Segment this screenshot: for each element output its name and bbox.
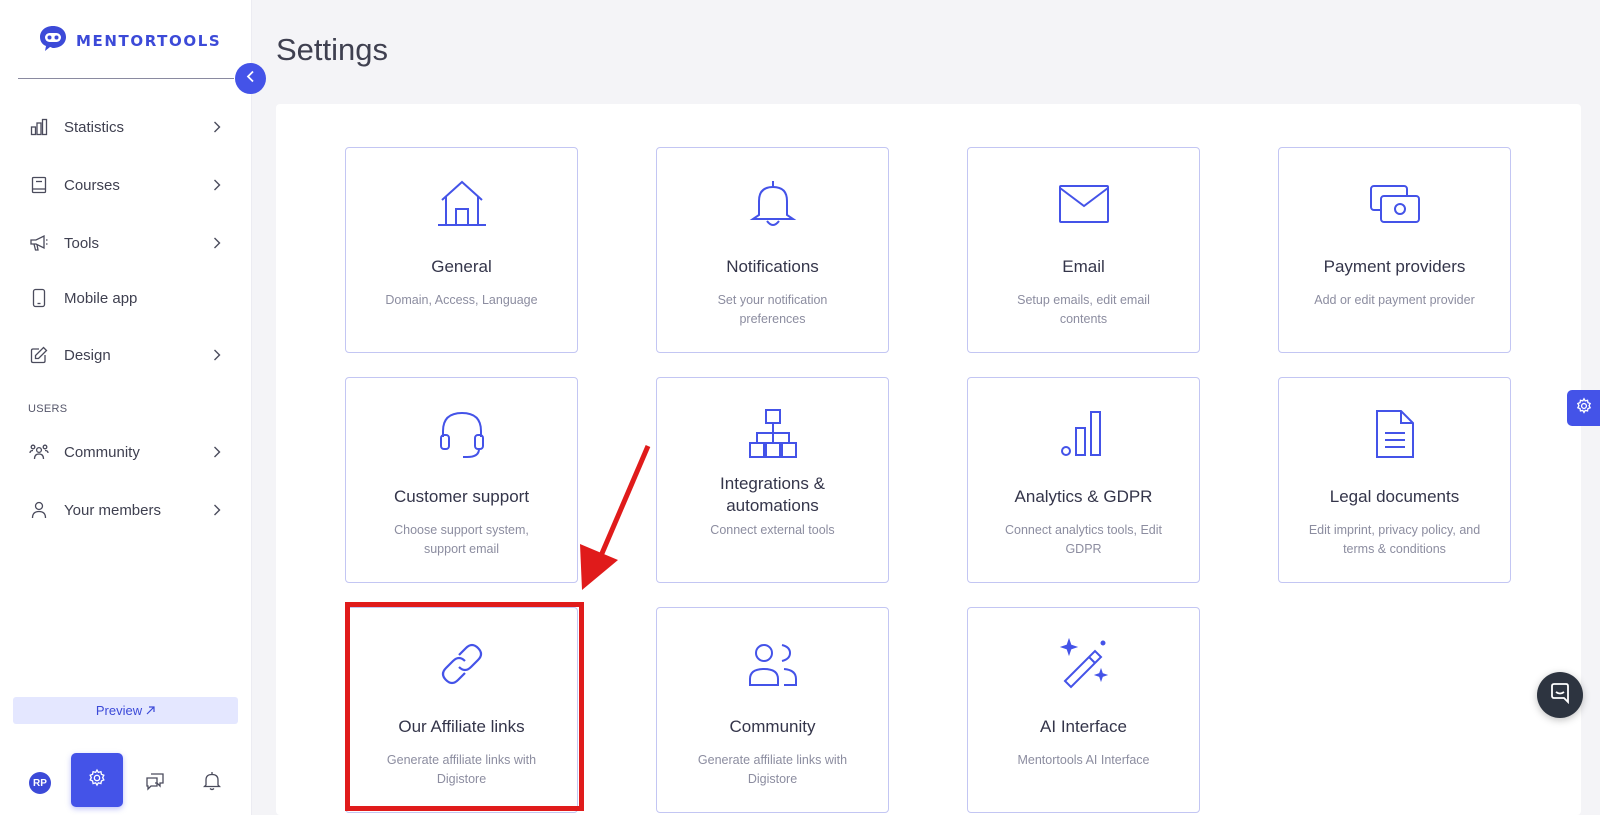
card-description: Generate affiliate links with Digistore xyxy=(697,753,848,786)
people-icon xyxy=(28,441,50,463)
robot-logo-icon xyxy=(38,24,68,57)
link-icon xyxy=(434,636,490,692)
notifications-button[interactable] xyxy=(198,769,226,797)
phone-icon xyxy=(28,287,50,309)
home-icon xyxy=(434,176,490,232)
collapse-sidebar-button[interactable] xyxy=(235,63,266,94)
sidebar-item-label: Your members xyxy=(64,501,161,519)
card-title: Community xyxy=(729,717,816,736)
bell-icon xyxy=(745,176,801,232)
sidebar: MENTORTOOLS Statistics Courses Tools Mob… xyxy=(0,0,252,815)
settings-panel: General Domain, Access, Language Notific… xyxy=(276,104,1581,815)
settings-card-ai-interface[interactable]: AI Interface Mentortools AI Interface xyxy=(967,607,1200,813)
book-icon xyxy=(28,174,50,196)
people-icon xyxy=(745,636,801,692)
sidebar-item-community[interactable]: Community xyxy=(28,438,224,466)
megaphone-icon xyxy=(28,232,50,254)
chevron-right-icon xyxy=(210,503,224,517)
brand-logo[interactable]: MENTORTOOLS xyxy=(38,24,221,57)
page-title: Settings xyxy=(276,32,389,67)
chat-icon xyxy=(1549,682,1571,709)
card-title: Email xyxy=(1062,257,1105,276)
sidebar-item-label: Design xyxy=(64,346,111,364)
card-description: Mentortools AI Interface xyxy=(1017,753,1150,767)
preview-button[interactable]: Preview xyxy=(13,697,238,724)
headset-icon xyxy=(434,406,490,462)
chevron-left-icon xyxy=(246,70,255,88)
divider xyxy=(18,78,234,79)
settings-card-general[interactable]: General Domain, Access, Language xyxy=(345,147,578,353)
analytics-icon xyxy=(1056,406,1112,462)
sidebar-item-label: Courses xyxy=(64,176,120,194)
card-title: AI Interface xyxy=(1040,717,1127,736)
bar-chart-icon xyxy=(28,116,50,138)
settings-card-payment-providers[interactable]: Payment providers Add or edit payment pr… xyxy=(1278,147,1511,353)
user-icon xyxy=(28,499,50,521)
card-description: Generate affiliate links with Digistore xyxy=(386,753,537,786)
chevron-right-icon xyxy=(210,445,224,459)
sidebar-item-mobile-app[interactable]: Mobile app xyxy=(28,284,224,312)
chevron-right-icon xyxy=(210,236,224,250)
card-title: General xyxy=(431,257,492,276)
card-description: Add or edit payment provider xyxy=(1314,293,1475,307)
floating-settings-button[interactable] xyxy=(1567,390,1600,426)
sidebar-bottom-bar: RP xyxy=(0,752,252,808)
sidebar-item-courses[interactable]: Courses xyxy=(28,171,224,199)
pencil-icon xyxy=(28,344,50,366)
preview-label: Preview xyxy=(95,703,143,718)
chevron-right-icon xyxy=(210,348,224,362)
card-title: Customer support xyxy=(393,487,530,506)
settings-card-community[interactable]: Community Generate affiliate links with … xyxy=(656,607,889,813)
card-description: Edit imprint, privacy policy, and terms … xyxy=(1308,523,1481,556)
messages-button[interactable] xyxy=(141,769,169,797)
settings-card-affiliate-links[interactable]: Our Affiliate links Generate affiliate l… xyxy=(345,607,578,813)
sidebar-item-your-members[interactable]: Your members xyxy=(28,496,224,524)
gear-icon xyxy=(1575,397,1593,420)
support-chat-button[interactable] xyxy=(1537,672,1583,718)
card-description: Set your notification preferences xyxy=(717,293,828,326)
settings-card-customer-support[interactable]: Customer support Choose support system, … xyxy=(345,377,578,583)
envelope-icon xyxy=(1056,176,1112,232)
section-label-users: USERS xyxy=(28,403,68,415)
sidebar-item-tools[interactable]: Tools xyxy=(28,229,224,257)
card-title: Analytics & GDPR xyxy=(1014,487,1153,506)
external-link-icon xyxy=(146,703,155,718)
sidebar-item-label: Tools xyxy=(64,234,100,252)
card-description: Choose support system, support email xyxy=(394,523,529,556)
settings-card-notifications[interactable]: Notifications Set your notification pref… xyxy=(656,147,889,353)
sidebar-item-label: Statistics xyxy=(64,118,125,136)
card-title: Payment providers xyxy=(1323,257,1466,276)
magic-wand-icon xyxy=(1056,636,1112,692)
avatar[interactable]: RP xyxy=(29,772,51,794)
card-title: Integrations & automations xyxy=(720,474,825,515)
sidebar-item-label: Community xyxy=(64,443,140,461)
card-description: Connect analytics tools, Edit GDPR xyxy=(1004,523,1163,556)
settings-card-legal-documents[interactable]: Legal documents Edit imprint, privacy po… xyxy=(1278,377,1511,583)
brand-name: MENTORTOOLS xyxy=(76,31,222,50)
card-description: Connect external tools xyxy=(710,523,835,537)
sidebar-item-label: Mobile app xyxy=(64,289,138,307)
chevron-right-icon xyxy=(210,178,224,192)
chat-icon xyxy=(145,771,165,796)
settings-card-analytics-gdpr[interactable]: Analytics & GDPR Connect analytics tools… xyxy=(967,377,1200,583)
money-icon xyxy=(1367,176,1423,232)
network-icon xyxy=(745,406,801,462)
document-icon xyxy=(1367,406,1423,462)
settings-button[interactable] xyxy=(71,753,123,807)
sidebar-item-statistics[interactable]: Statistics xyxy=(28,113,224,141)
card-description: Domain, Access, Language xyxy=(385,293,538,307)
sidebar-item-design[interactable]: Design xyxy=(28,341,224,369)
card-title: Notifications xyxy=(726,257,819,276)
card-title: Our Affiliate links xyxy=(398,717,525,736)
card-title: Legal documents xyxy=(1329,487,1460,506)
settings-card-integrations-automations[interactable]: Integrations & automations Connect exter… xyxy=(656,377,889,583)
chevron-right-icon xyxy=(210,120,224,134)
settings-card-email[interactable]: Email Setup emails, edit email contents xyxy=(967,147,1200,353)
card-description: Setup emails, edit email contents xyxy=(1017,293,1150,326)
bell-icon xyxy=(202,771,222,796)
gear-icon xyxy=(87,768,107,793)
